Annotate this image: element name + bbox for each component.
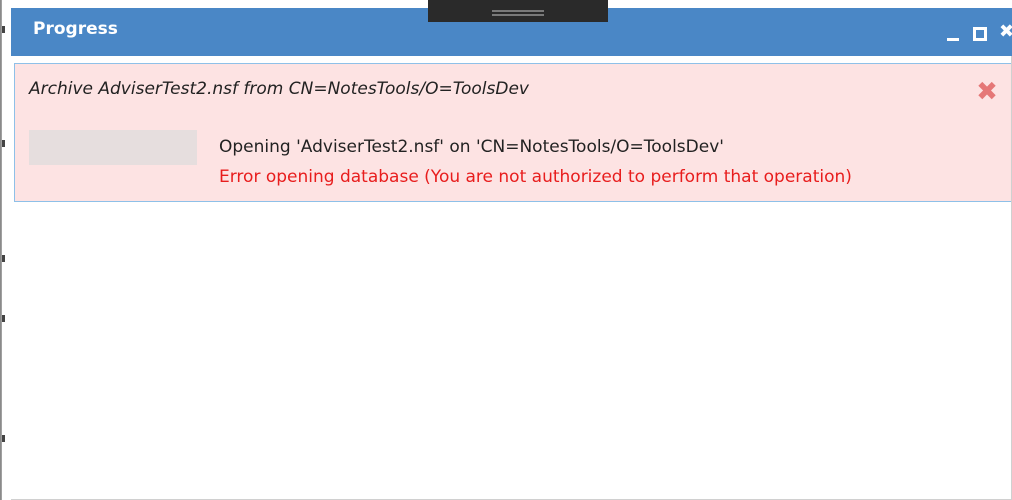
edge-mark — [2, 315, 5, 322]
dismiss-x-icon[interactable]: ✖ — [976, 79, 998, 105]
task-title: Archive AdviserTest2.nsf from CN=NotesTo… — [29, 79, 529, 99]
drag-handle[interactable] — [428, 0, 608, 22]
edge-mark — [2, 26, 5, 33]
window-title: Progress — [33, 19, 118, 39]
task-card: Archive AdviserTest2.nsf from CN=NotesTo… — [14, 63, 1012, 202]
edge-mark — [2, 255, 5, 262]
grip-icon — [492, 10, 544, 12]
progress-bar — [29, 130, 197, 165]
edge-mark — [2, 140, 5, 147]
progress-window: Progress ✖ Archive AdviserTest2.nsf from… — [0, 0, 1012, 500]
status-text: Opening 'AdviserTest2.nsf' on 'CN=NotesT… — [219, 137, 724, 157]
minimize-icon[interactable] — [946, 26, 962, 42]
edge-mark — [2, 435, 5, 442]
error-text: Error opening database (You are not auth… — [219, 167, 852, 187]
close-icon[interactable]: ✖ — [999, 23, 1012, 41]
left-window-edge — [1, 0, 12, 500]
maximize-icon[interactable] — [973, 27, 987, 41]
